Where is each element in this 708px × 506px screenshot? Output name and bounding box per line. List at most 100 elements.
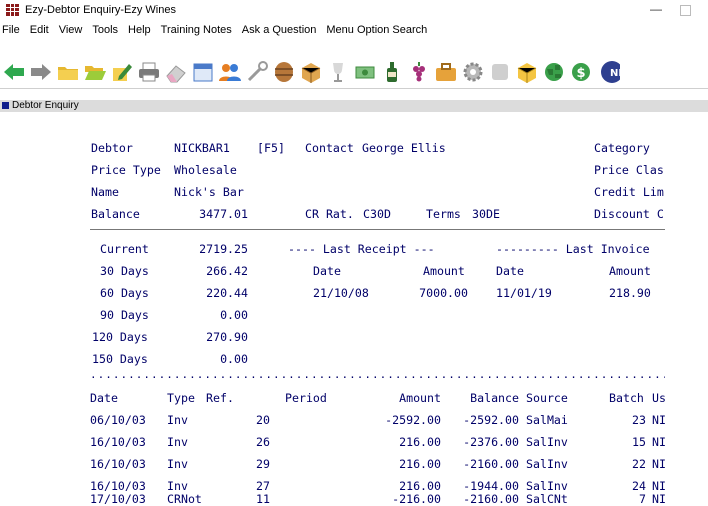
col-header-user: Us [652,391,666,405]
row-type: Inv [167,413,188,427]
col-header-ref: Ref. [206,391,234,405]
open-folder-icon[interactable] [81,59,108,85]
gear-icon[interactable] [459,59,486,85]
row-date: 16/10/03 [90,435,146,449]
contact-name: George Ellis [362,141,446,155]
folder-icon[interactable] [54,59,81,85]
row-type: Inv [167,435,188,449]
toolbar: $ NE [0,58,708,85]
svg-text:NE: NE [610,68,620,79]
last-invoice-heading: --------- Last Invoice [496,242,650,256]
dollar-icon[interactable]: $ [567,59,594,85]
dotted-separator: ........................................… [90,368,665,378]
row-batch: 15 [632,435,646,449]
menu-tools[interactable]: Tools [87,21,123,39]
eraser-icon[interactable] [162,59,189,85]
users-icon[interactable] [216,59,243,85]
aging-label: 90 Days [100,308,149,322]
briefcase-icon[interactable] [432,59,459,85]
menu-bar: File Edit View Tools Help Training Notes… [0,21,708,39]
aging-amount: 266.42 [206,264,248,278]
row-batch: 22 [632,457,646,471]
row-balance: -2592.00 [463,413,519,427]
row-user: NI [652,457,666,471]
aging-amount: 0.00 [220,308,248,322]
menu-training-notes[interactable]: Training Notes [156,21,237,39]
col-header-source: Source [526,391,568,405]
cash-icon[interactable] [351,59,378,85]
price-type-label: Price Type [91,163,161,177]
globe-icon[interactable] [540,59,567,85]
row-balance: -2376.00 [463,435,519,449]
wine-glass-icon[interactable] [324,59,351,85]
row-type: CRNot [167,492,202,506]
menu-option-search[interactable]: Menu Option Search [321,21,432,39]
balance-value: 3477.01 [199,207,248,221]
title-bar: Ezy-Debtor Enquiry-Ezy Wines — [0,0,708,20]
last-receipt-amount-label: Amount [423,264,465,278]
forward-arrow-icon[interactable] [27,59,54,85]
package-icon[interactable] [297,59,324,85]
row-user: NI [652,492,666,506]
edit-icon[interactable] [108,59,135,85]
balance-label: Balance [91,207,140,221]
row-date: 06/10/03 [90,413,146,427]
next-icon[interactable]: NE [594,59,621,85]
minimize-button[interactable]: — [646,2,666,18]
row-amount: 216.00 [399,479,441,493]
price-class-label: Price Clas [594,163,664,177]
terms-value: 30DE [472,207,500,221]
stop-icon[interactable] [486,59,513,85]
window-title: Ezy-Debtor Enquiry-Ezy Wines [25,4,176,16]
row-user: NI [652,435,666,449]
last-receipt-amount: 7000.00 [419,286,468,300]
svg-text:$: $ [576,66,585,81]
col-header-amount: Amount [399,391,441,405]
menu-edit[interactable]: Edit [25,21,54,39]
app-window: Ezy-Debtor Enquiry-Ezy Wines — File Edit… [0,0,708,506]
row-type: Inv [167,479,188,493]
box-icon[interactable] [513,59,540,85]
cr-rating-label: CR Rat. [305,207,354,221]
col-header-period: Period [285,391,327,405]
aging-label: 30 Days [100,264,149,278]
last-invoice-amount-label: Amount [609,264,651,278]
aging-label: 120 Days [92,330,148,344]
document-tab[interactable]: Debtor Enquiry [0,100,708,112]
printer-icon[interactable] [135,59,162,85]
app-grid-icon [6,4,19,16]
last-receipt-date: 21/10/08 [313,286,369,300]
section-divider [90,229,665,230]
debtor-f5-key[interactable]: [F5] [257,141,285,155]
debtor-code[interactable]: NICKBAR1 [174,141,230,155]
menu-help[interactable]: Help [123,21,156,39]
row-user: NI [652,413,666,427]
wine-barrel-icon[interactable] [270,59,297,85]
col-header-type: Type [167,391,195,405]
row-source: SalInv [526,435,568,449]
cr-rating-value: C30D [363,207,391,221]
contact-label: Contact [305,141,354,155]
menu-view[interactable]: View [54,21,88,39]
document-tab-icon [2,102,9,109]
maximize-button[interactable] [680,5,691,16]
terms-label: Terms [426,207,461,221]
menu-file[interactable]: File [0,21,25,39]
row-date: 16/10/03 [90,479,146,493]
row-source: SalInv [526,479,568,493]
debtor-label: Debtor [91,141,133,155]
toolbar-divider [0,88,708,89]
row-balance: -2160.00 [463,457,519,471]
back-arrow-icon[interactable] [0,59,27,85]
grapes-icon[interactable] [405,59,432,85]
row-amount: 216.00 [399,435,441,449]
bottle-icon[interactable] [378,59,405,85]
menu-ask-a-question[interactable]: Ask a Question [237,21,322,39]
row-ref: 26 [256,435,270,449]
wrench-icon[interactable] [243,59,270,85]
aging-amount: 270.90 [206,330,248,344]
calendar-icon[interactable] [189,59,216,85]
last-invoice-amount: 218.90 [609,286,651,300]
aging-label: Current [100,242,149,256]
col-header-date: Date [90,391,118,405]
